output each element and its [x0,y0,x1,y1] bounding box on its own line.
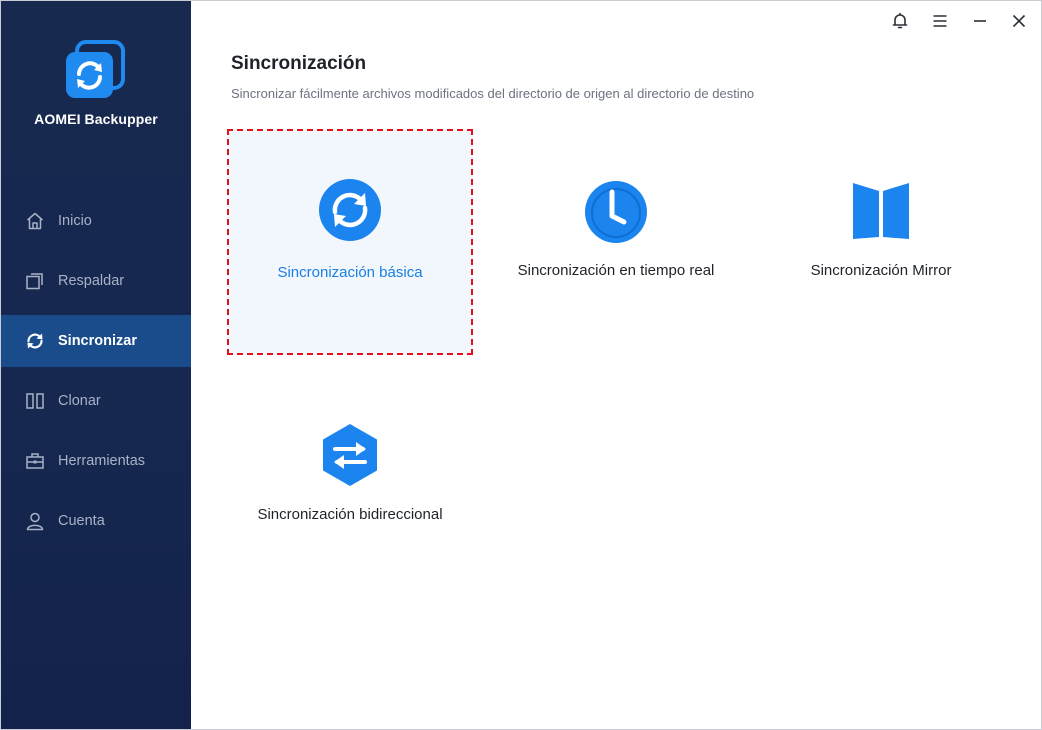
sidebar: AOMEI Backupper Inicio Respaldar Sincron… [1,1,191,729]
page-subtitle: Sincronizar fácilmente archivos modifica… [231,86,755,101]
option-realtime-sync[interactable]: Sincronización en tiempo real [493,129,739,355]
sidebar-item-label: Inicio [58,213,92,229]
option-two-way-sync[interactable]: Sincronización bidireccional [227,373,473,599]
sidebar-item-label: Respaldar [58,273,125,289]
home-icon [27,212,43,230]
menu-icon[interactable] [930,11,950,31]
sidebar-item-cuenta[interactable]: Cuenta [1,495,191,547]
option-label: Sincronización básica [277,264,423,281]
page-title: Sincronización [231,53,367,74]
sidebar-item-label: Sincronizar [58,333,137,349]
option-label: Sincronización bidireccional [257,506,443,523]
user-icon [26,512,44,531]
clone-icon [26,393,44,409]
sidebar-item-sincronizar[interactable]: Sincronizar [1,315,191,367]
backup-icon [26,273,43,290]
app-name: AOMEI Backupper [34,111,158,127]
sidebar-item-label: Cuenta [58,513,105,529]
bell-icon[interactable] [890,11,910,31]
sync-circle-icon [319,179,381,241]
sidebar-item-inicio[interactable]: Inicio [1,195,191,247]
sidebar-item-herramientas[interactable]: Herramientas [1,435,191,487]
minimize-icon[interactable] [970,11,990,31]
aomei-logo-icon [66,40,125,98]
sidebar-item-respaldar[interactable]: Respaldar [1,255,191,307]
sidebar-item-label: Clonar [58,393,101,409]
close-icon[interactable] [1009,11,1029,31]
option-mirror-sync[interactable]: Sincronización Mirror [758,129,1004,355]
toolbox-icon [26,453,44,469]
sidebar-item-clonar[interactable]: Clonar [1,375,191,427]
two-way-arrows-icon [323,424,377,486]
option-label: Sincronización en tiempo real [517,262,715,279]
app-window: AOMEI Backupper Inicio Respaldar Sincron… [0,0,1042,730]
sync-icon [27,333,43,349]
mirror-icon [853,183,909,239]
option-label: Sincronización Mirror [810,262,952,279]
option-basic-sync[interactable]: Sincronización básica [227,129,473,355]
clock-icon [585,181,647,243]
sidebar-item-label: Herramientas [58,453,146,469]
